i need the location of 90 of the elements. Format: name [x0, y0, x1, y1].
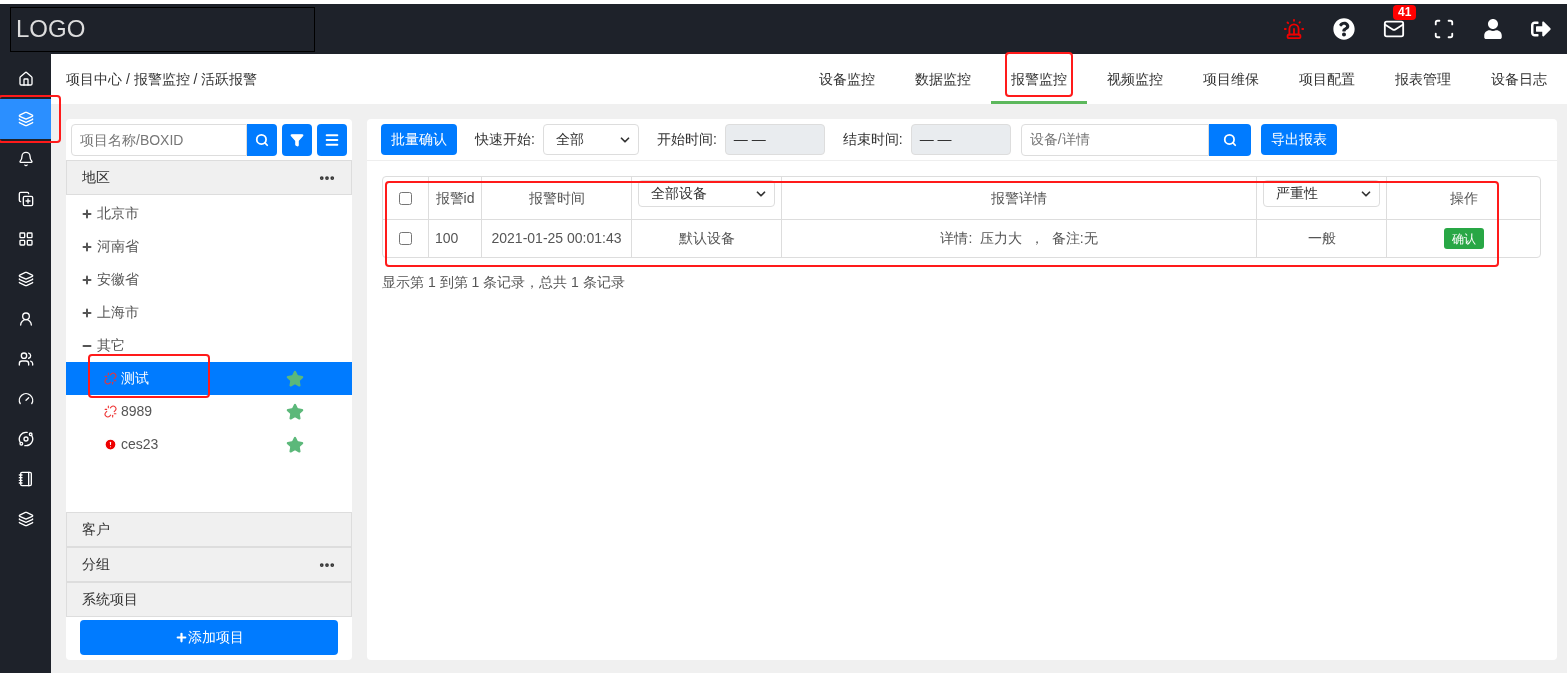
- notification-badge: 41: [1393, 5, 1417, 20]
- quick-start-label: 快速开始:: [475, 130, 535, 149]
- notebook-icon: [17, 471, 34, 487]
- nav-tab[interactable]: 报警监控: [991, 54, 1087, 104]
- nav-tab[interactable]: 项目配置: [1279, 54, 1375, 104]
- expand-icon: [81, 273, 93, 286]
- search-button[interactable]: [247, 124, 277, 156]
- expand-icon: [81, 207, 93, 220]
- menu-icon: [324, 132, 340, 148]
- help-icon[interactable]: [1333, 18, 1355, 40]
- column-header: 报警时间: [482, 177, 632, 219]
- tree-item[interactable]: ces23: [66, 428, 352, 461]
- start-time-label: 开始时间:: [656, 130, 717, 149]
- accordion-header[interactable]: 系统项目: [66, 582, 352, 617]
- end-time-label: 结束时间:: [842, 130, 903, 149]
- table-cell: 一般: [1257, 220, 1387, 257]
- nav-tab[interactable]: 设备监控: [799, 54, 895, 104]
- accordion-header[interactable]: 客户: [66, 512, 352, 547]
- logo: LOGO: [10, 6, 315, 52]
- fullscreen-icon[interactable]: [1433, 18, 1455, 40]
- start-time-field[interactable]: — —: [724, 124, 825, 155]
- layers-icon: [17, 511, 34, 527]
- highlight-frame: [1005, 52, 1073, 97]
- tree-node[interactable]: 河南省: [66, 230, 352, 263]
- table-cell: 2021-01-25 00:01:43: [482, 220, 632, 257]
- filter-button[interactable]: [282, 124, 312, 156]
- pagination-info: 显示第 1 到第 1 条记录，总共 1 条记录: [382, 273, 626, 292]
- tree-node[interactable]: 北京市: [66, 197, 352, 230]
- select-all-checkbox[interactable]: [399, 191, 412, 205]
- nav-tab[interactable]: 视频监控: [1087, 54, 1183, 104]
- section-title: 分组: [82, 555, 111, 574]
- column-header: 报警id: [429, 177, 482, 219]
- search-icon: [255, 133, 269, 147]
- bell-icon: [17, 151, 34, 167]
- mail-icon[interactable]: [1383, 18, 1405, 40]
- alert-icon: [104, 438, 117, 451]
- quick-start-select[interactable]: 全部: [542, 124, 639, 155]
- table-cell: 100: [429, 220, 482, 257]
- user-icon[interactable]: [1483, 19, 1503, 39]
- broken-link-icon: [104, 405, 117, 418]
- logout-icon[interactable]: [1531, 19, 1551, 39]
- column-header: 报警详情: [782, 177, 1257, 219]
- tree-node[interactable]: 其它: [66, 329, 352, 362]
- home-icon: [17, 71, 34, 87]
- alarm-light-icon[interactable]: [1283, 18, 1305, 40]
- expand-icon: [81, 306, 93, 319]
- search-button[interactable]: [1208, 123, 1251, 156]
- user-icon: [17, 311, 34, 327]
- device-search-field[interactable]: 设备/详情: [1020, 123, 1209, 156]
- tree-item[interactable]: 测试: [66, 362, 352, 395]
- breadcrumb: 项目中心 / 报警监控 / 活跃报警: [66, 69, 258, 89]
- star-icon[interactable]: [286, 402, 304, 421]
- nav-tab[interactable]: 数据监控: [895, 54, 991, 104]
- search-icon: [1222, 132, 1237, 147]
- plus-icon: [174, 631, 188, 644]
- nav-tab[interactable]: 项目维保: [1183, 54, 1279, 104]
- tree-item[interactable]: 8989: [66, 395, 352, 428]
- accordion-header[interactable]: 分组: [66, 547, 352, 582]
- star-icon[interactable]: [286, 369, 304, 388]
- search-field[interactable]: 项目名称/BOXID: [71, 124, 247, 156]
- expand-icon: [81, 240, 93, 253]
- table-cell: 默认设备: [632, 220, 782, 257]
- layers-icon: [17, 271, 34, 287]
- batch-confirm-button[interactable]: 批量确认: [381, 124, 457, 155]
- end-time-field[interactable]: — —: [910, 124, 1011, 155]
- menu-button[interactable]: [317, 124, 347, 156]
- section-title: 系统项目: [82, 590, 139, 609]
- column-filter-select[interactable]: 严重性: [1263, 180, 1380, 207]
- nodes-icon: [17, 431, 34, 447]
- tree-node[interactable]: 安徽省: [66, 263, 352, 296]
- grid-icon: [17, 231, 34, 247]
- accordion-header[interactable]: 地区: [66, 160, 352, 195]
- column-filter-select[interactable]: 全部设备: [638, 180, 775, 207]
- export-report-button[interactable]: 导出报表: [1260, 124, 1337, 155]
- copy-plus-icon: [17, 191, 34, 207]
- nav-tab[interactable]: 设备日志: [1471, 54, 1567, 104]
- add-project-button[interactable]: 添加项目: [80, 620, 338, 655]
- layers-icon: [17, 111, 34, 127]
- users-icon: [17, 351, 34, 367]
- broken-link-icon: [104, 372, 117, 385]
- gauge-icon: [17, 391, 34, 407]
- star-icon[interactable]: [286, 435, 304, 454]
- table-cell: 详情: 压力大 ， 备注:无: [782, 220, 1257, 257]
- row-checkbox[interactable]: [399, 232, 412, 245]
- tree-node[interactable]: 上海市: [66, 296, 352, 329]
- nav-tab[interactable]: 报表管理: [1375, 54, 1471, 104]
- section-title: 客户: [82, 520, 111, 539]
- filter-icon: [290, 133, 304, 147]
- column-header: 操作: [1448, 188, 1479, 208]
- section-title: 地区: [82, 168, 111, 187]
